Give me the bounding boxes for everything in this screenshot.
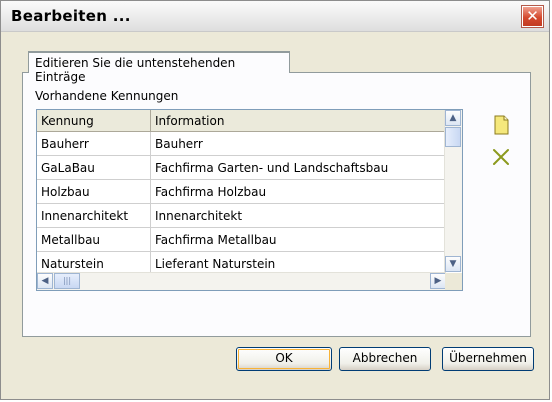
close-button[interactable]: ✕ (521, 5, 544, 28)
ok-button[interactable]: OK (236, 347, 332, 371)
group-label: Vorhandene Kennungen (35, 89, 179, 103)
scrollbar-corner (445, 273, 462, 290)
cell-kennung[interactable]: Metallbau (37, 228, 151, 252)
cancel-button[interactable]: Abbrechen (339, 347, 431, 371)
tab-label: Editieren Sie die untenstehenden Einträg… (35, 56, 236, 84)
cell-kennung[interactable]: Bauherr (37, 132, 151, 156)
horizontal-scrollbar[interactable]: ◀ ||| ▶ (37, 272, 446, 290)
scroll-left-icon[interactable]: ◀ (37, 273, 53, 289)
table-row[interactable]: Metallbau Fachfirma Metallbau (37, 228, 446, 252)
new-entry-icon[interactable] (489, 113, 513, 137)
scroll-down-icon[interactable]: ▼ (445, 256, 461, 272)
delete-entry-icon[interactable] (489, 145, 513, 169)
window-title: Bearbeiten ... (11, 7, 131, 25)
title-bar[interactable]: Bearbeiten ... ✕ (1, 1, 549, 32)
vertical-scrollbar[interactable]: ▲ ▼ (444, 110, 462, 272)
cell-kennung[interactable]: Innenarchitekt (37, 204, 151, 228)
tab-edit-entries[interactable]: Editieren Sie die untenstehenden Einträg… (28, 51, 290, 84)
column-header-kennung[interactable]: Kennung (37, 110, 151, 132)
table-row[interactable]: Innenarchitekt Innenarchitekt (37, 204, 446, 228)
horizontal-scroll-thumb[interactable]: ||| (54, 273, 80, 289)
cell-information[interactable]: Fachfirma Holzbau (151, 180, 446, 204)
cell-information[interactable]: Bauherr (151, 132, 446, 156)
table-row[interactable]: Bauherr Bauherr (37, 132, 446, 156)
vertical-scroll-thumb[interactable] (445, 127, 461, 147)
table-row[interactable]: Holzbau Fachfirma Holzbau (37, 180, 446, 204)
table-row[interactable]: GaLaBau Fachfirma Garten- und Landschaft… (37, 156, 446, 180)
dialog-window: Bearbeiten ... ✕ Editieren Sie die unten… (0, 0, 550, 400)
tab-panel: Vorhandene Kennungen Kennung Information… (22, 72, 531, 337)
cell-information[interactable]: Fachfirma Metallbau (151, 228, 446, 252)
scroll-right-icon[interactable]: ▶ (430, 273, 446, 289)
cell-information[interactable]: Fachfirma Garten- und Landschaftsbau (151, 156, 446, 180)
scroll-up-icon[interactable]: ▲ (445, 110, 461, 126)
apply-button[interactable]: Übernehmen (442, 347, 534, 371)
identifier-table[interactable]: Kennung Information Bauherr Bauherr GaLa… (36, 109, 463, 291)
cell-information[interactable]: Innenarchitekt (151, 204, 446, 228)
cell-kennung[interactable]: GaLaBau (37, 156, 151, 180)
cell-kennung[interactable]: Holzbau (37, 180, 151, 204)
column-header-information[interactable]: Information (151, 110, 446, 132)
